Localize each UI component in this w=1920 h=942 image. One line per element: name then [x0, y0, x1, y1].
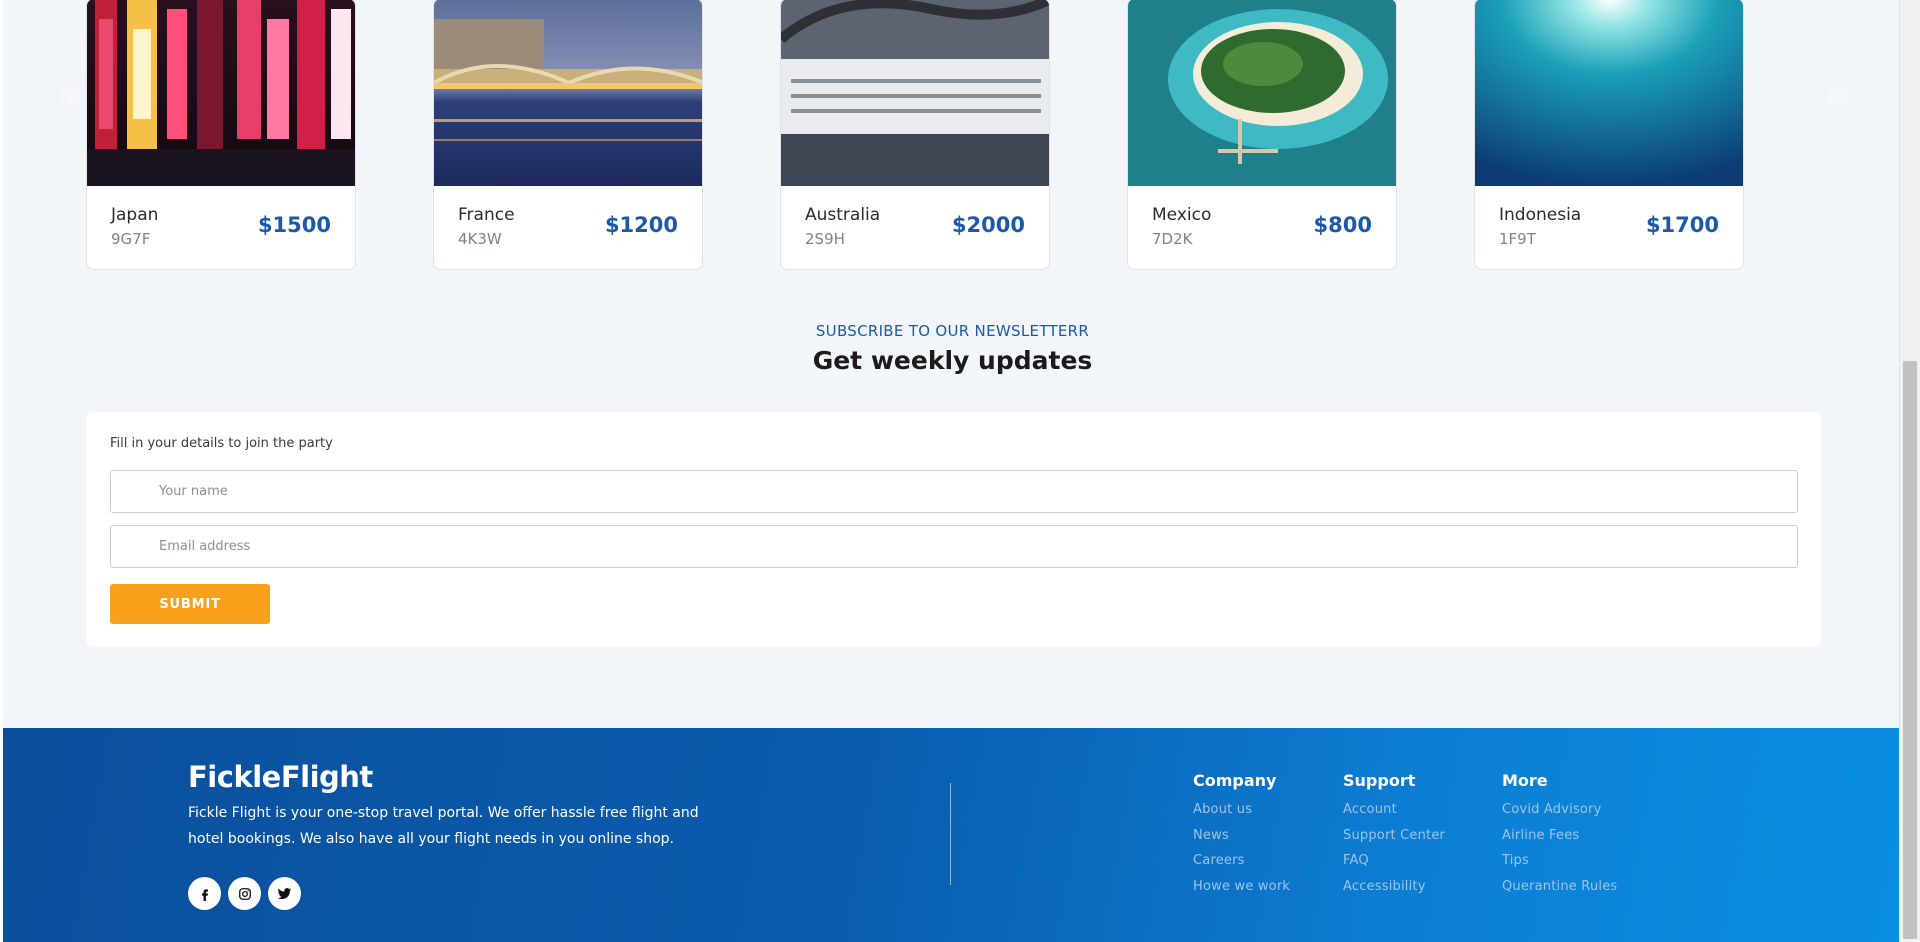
footer-link-support-center[interactable]: Support Center: [1343, 823, 1445, 849]
australia-photo: [781, 0, 1049, 186]
footer-link-accessibility[interactable]: Accessibility: [1343, 874, 1445, 900]
destination-name: Australia: [805, 205, 881, 225]
footer-logo[interactable]: FickleFlight: [188, 760, 373, 794]
footer-link-quarantine-rules[interactable]: Querantine Rules: [1502, 874, 1617, 900]
destination-card[interactable]: Indonesia 1F9T $1700: [1474, 0, 1744, 270]
destination-name: Japan: [111, 205, 159, 225]
destination-card[interactable]: Japan 9G7F $1500: [86, 0, 356, 270]
footer-column-more: More Covid Advisory Airline Fees Tips Qu…: [1502, 771, 1617, 899]
form-label: Fill in your details to join the party: [110, 436, 333, 451]
destination-name: France: [458, 205, 515, 225]
instagram-link[interactable]: [228, 877, 261, 910]
column-title: Company: [1193, 771, 1277, 790]
indonesia-photo: [1475, 0, 1743, 186]
newsletter-kicker: SUBSCRIBE TO OUR NEWSLETTERR: [815, 322, 1090, 340]
chevron-left-icon: ‹: [66, 87, 74, 106]
newsletter-form: Fill in your details to join the party S…: [86, 412, 1821, 647]
facebook-icon: [201, 888, 208, 901]
destination-price: $1200: [604, 213, 678, 237]
japan-photo: [87, 0, 355, 186]
destination-price: $2000: [951, 213, 1025, 237]
name-input[interactable]: [110, 470, 1798, 513]
column-title: More: [1502, 771, 1548, 790]
vertical-scrollbar[interactable]: [1899, 0, 1920, 942]
facebook-link[interactable]: [188, 877, 221, 910]
footer-link-how-we-work[interactable]: Howe we work: [1193, 874, 1290, 900]
email-input[interactable]: [110, 525, 1798, 568]
footer-column-company: Company About us News Careers Howe we wo…: [1193, 771, 1290, 899]
social-links: [188, 877, 301, 910]
newsletter-title: Get weekly updates: [812, 346, 1093, 375]
twitter-link[interactable]: [268, 877, 301, 910]
destination-code: 1F9T: [1499, 230, 1536, 248]
footer-link-airline-fees[interactable]: Airline Fees: [1502, 823, 1617, 849]
footer-link-account[interactable]: Account: [1343, 797, 1445, 823]
footer-link-covid-advisory[interactable]: Covid Advisory: [1502, 797, 1617, 823]
destination-name: Indonesia: [1499, 205, 1582, 225]
footer-about-text: Fickle Flight is your one-stop travel po…: [188, 805, 699, 847]
twitter-icon: [277, 888, 292, 900]
destination-code: 9G7F: [111, 230, 151, 248]
destination-price: $1700: [1645, 213, 1719, 237]
submit-button[interactable]: SUBMIT: [110, 584, 270, 624]
footer-link-careers[interactable]: Careers: [1193, 848, 1290, 874]
footer-link-faq[interactable]: FAQ: [1343, 848, 1445, 874]
footer-link-tips[interactable]: Tips: [1502, 848, 1617, 874]
column-title: Support: [1343, 771, 1416, 790]
destinations-carousel: Japan 9G7F $1500 France 4K3W $1200 Austr…: [3, 0, 1902, 272]
footer-column-support: Support Account Support Center FAQ Acces…: [1343, 771, 1445, 899]
destination-code: 4K3W: [458, 230, 502, 248]
scrollbar-thumb[interactable]: [1903, 361, 1917, 939]
destination-code: 2S9H: [805, 230, 845, 248]
destination-card[interactable]: Australia 2S9H $2000: [780, 0, 1050, 270]
destination-card[interactable]: Mexico 7D2K $800: [1127, 0, 1397, 270]
destination-price: $800: [1313, 213, 1372, 237]
carousel-prev-button[interactable]: ‹: [59, 86, 81, 108]
footer-link-news[interactable]: News: [1193, 823, 1290, 849]
carousel-next-button[interactable]: ›: [1826, 86, 1848, 108]
france-photo: [434, 0, 702, 186]
mexico-photo: [1128, 0, 1396, 186]
destination-card[interactable]: France 4K3W $1200: [433, 0, 703, 270]
destination-name: Mexico: [1152, 205, 1212, 225]
footer: FickleFlight Fickle Flight is your one-s…: [3, 728, 1899, 942]
chevron-right-icon: ›: [1833, 87, 1841, 106]
footer-link-about-us[interactable]: About us: [1193, 797, 1290, 823]
page: Japan 9G7F $1500 France 4K3W $1200 Austr…: [0, 0, 1899, 942]
destination-price: $1500: [257, 213, 331, 237]
footer-divider: [950, 783, 951, 885]
destination-code: 7D2K: [1152, 230, 1193, 248]
instagram-icon: [238, 887, 251, 900]
